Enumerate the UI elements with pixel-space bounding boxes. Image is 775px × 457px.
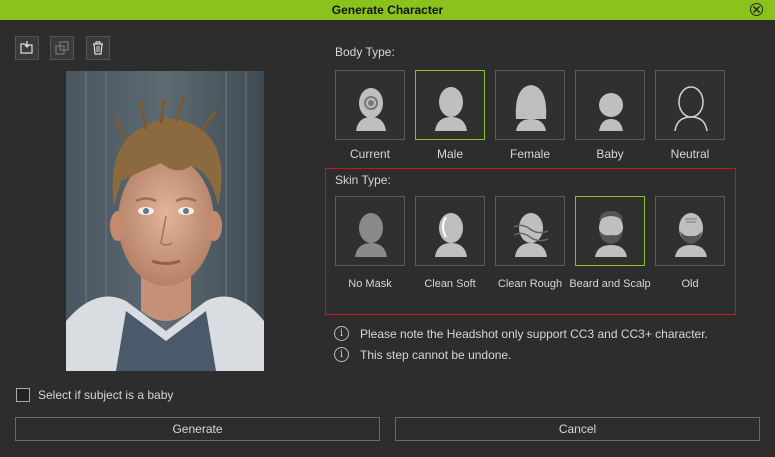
copy-icon: [55, 41, 69, 55]
skin-type-beard-scalp[interactable]: [575, 196, 645, 266]
female-head-icon: [515, 85, 547, 131]
neutral-head-icon: [674, 86, 708, 132]
baby-checkbox[interactable]: [16, 388, 30, 402]
note-undo-text: This step cannot be undone.: [360, 348, 512, 362]
info-icon: i: [334, 326, 349, 341]
skin-type-clean-rough[interactable]: [495, 196, 565, 266]
skin-type-no-mask-label: No Mask: [348, 278, 392, 290]
skin-type-label: Skin Type:: [335, 173, 391, 187]
body-type-current-label: Current: [349, 147, 390, 161]
no-mask-head-icon: [355, 213, 387, 257]
skin-type-clean-rough-label: Clean Rough: [497, 278, 563, 290]
body-type-current[interactable]: [335, 70, 405, 140]
male-head-icon: [435, 87, 467, 131]
beard-scalp-head-icon: [595, 211, 627, 257]
skin-type-old-label: Old: [681, 278, 699, 290]
body-type-neutral-label: Neutral: [670, 147, 710, 161]
load-photo-icon: [20, 41, 33, 54]
cancel-button[interactable]: Cancel: [395, 417, 760, 441]
current-head-icon: [356, 88, 386, 131]
load-photo-button[interactable]: [15, 36, 39, 60]
window-title: Generate Character: [331, 3, 444, 17]
skin-type-clean-soft[interactable]: [415, 196, 485, 266]
skin-type-clean-soft-label: Clean Soft: [424, 278, 476, 290]
delete-button[interactable]: [86, 36, 110, 60]
body-type-female[interactable]: [495, 70, 565, 140]
note-cc3-text: Please note the Headshot only support CC…: [360, 327, 708, 341]
copy-button[interactable]: [50, 36, 74, 60]
generate-button[interactable]: Generate: [15, 417, 380, 441]
title-bar: Generate Character: [0, 0, 775, 20]
headshot-photo: [66, 71, 264, 371]
body-type-baby-label: Baby: [596, 147, 624, 161]
skin-type-beard-scalp-label: Beard and Scalp: [569, 278, 651, 290]
clean-rough-head-icon: [513, 213, 549, 257]
baby-checkbox-label[interactable]: Select if subject is a baby: [38, 388, 173, 402]
info-icon: i: [334, 347, 349, 362]
body-type-male[interactable]: [415, 70, 485, 140]
clean-soft-head-icon: [435, 213, 467, 257]
old-head-icon: [675, 213, 707, 257]
trash-icon: [93, 41, 103, 55]
skin-type-old[interactable]: [655, 196, 725, 266]
body-type-female-label: Female: [509, 147, 550, 161]
baby-head-icon: [599, 93, 623, 131]
body-type-neutral[interactable]: [655, 70, 725, 140]
body-type-male-label: Male: [436, 147, 463, 161]
body-type-label: Body Type:: [335, 45, 395, 59]
close-icon[interactable]: [750, 3, 763, 16]
body-type-baby[interactable]: [575, 70, 645, 140]
skin-type-no-mask[interactable]: [335, 196, 405, 266]
